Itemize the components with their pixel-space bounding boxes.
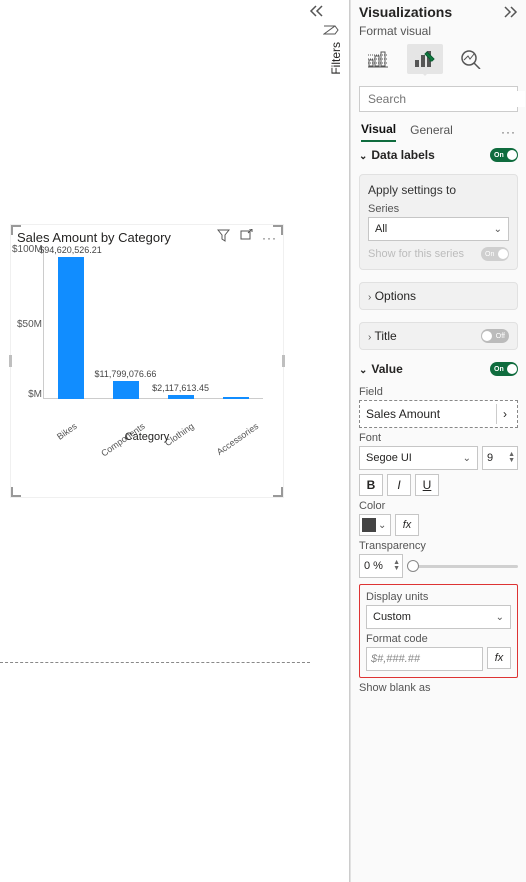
focus-mode-icon[interactable] (240, 229, 253, 242)
bar (223, 397, 249, 399)
transparency-slider[interactable] (409, 565, 518, 568)
data-label: $94,620,526.21 (39, 245, 102, 255)
chevron-down-icon: ⌄ (359, 151, 367, 162)
data-label: $11,799,076.66 (95, 369, 157, 379)
data-label: $2,117,613.45 (152, 383, 209, 393)
y-axis-label: Sales Amount (0, 246, 2, 314)
chevron-down-icon: ⌄ (463, 453, 471, 464)
data-labels-toggle[interactable]: On (490, 148, 518, 162)
report-canvas: Filters Sales Amount by Category ··· Sal… (0, 0, 350, 882)
visualizations-pane: Visualizations Format visual Visual Gene… (350, 0, 526, 882)
show-blank-label: Show blank as (359, 682, 518, 694)
pane-title: Visualizations (359, 4, 452, 20)
value-toggle[interactable]: On (490, 362, 518, 376)
show-series-label: Show for this series (368, 248, 464, 260)
color-picker[interactable]: ⌄ (359, 514, 391, 536)
tab-general[interactable]: General (410, 123, 453, 141)
color-fx-button[interactable]: fx (395, 514, 419, 536)
chevron-right-icon: › (368, 292, 371, 303)
chart-title: Sales Amount by Category (17, 230, 171, 245)
pane-subtitle: Format visual (351, 24, 526, 38)
font-size-input[interactable]: 9▲▼ (482, 446, 518, 470)
chevron-down-icon: ⌄ (359, 365, 367, 376)
apply-settings-card: Apply settings to Series All⌄ Show for t… (359, 174, 518, 270)
search-input[interactable] (366, 91, 525, 107)
filters-pane-tab[interactable]: Filters (323, 24, 349, 78)
tab-visual[interactable]: Visual (361, 122, 396, 142)
pane-collapse-button[interactable] (309, 4, 325, 18)
field-picker[interactable]: Sales Amount › (359, 400, 518, 428)
italic-button[interactable]: I (387, 474, 411, 496)
page-divider (0, 662, 310, 663)
search-box[interactable] (359, 86, 518, 112)
transparency-label: Transparency (359, 540, 518, 552)
chevron-right-icon: › (368, 332, 371, 343)
filter-icon[interactable] (217, 229, 230, 242)
chevron-right-icon[interactable]: › (496, 404, 513, 424)
display-units-label: Display units (366, 591, 511, 603)
resize-handle-br[interactable] (273, 487, 283, 497)
y-tick: $100M (12, 244, 42, 255)
title-toggle[interactable]: Off (481, 329, 509, 343)
x-axis-label: Category (17, 431, 277, 443)
color-label: Color (359, 500, 518, 512)
resize-handle-right[interactable] (282, 355, 285, 367)
build-visual-tab[interactable] (361, 44, 397, 74)
resize-handle-bl[interactable] (11, 487, 21, 497)
bar (168, 395, 194, 399)
chevron-down-icon: ⌄ (378, 520, 386, 531)
format-visual-tab[interactable] (407, 44, 443, 74)
underline-button[interactable]: U (415, 474, 439, 496)
chevron-down-icon: ⌄ (494, 224, 502, 235)
resize-handle-tr[interactable] (273, 225, 283, 235)
series-label: Series (368, 203, 509, 215)
bar (113, 381, 139, 399)
field-label: Field (359, 386, 518, 398)
chart-plot-area: Sales Amount $100M $50M $M $94,620,526.2… (17, 249, 277, 439)
font-family-select[interactable]: Segoe UI⌄ (359, 446, 478, 470)
bold-button[interactable]: B (359, 474, 383, 496)
highlighted-format-section: Display units Custom⌄ Format code $#,###… (359, 584, 518, 678)
apply-settings-header: Apply settings to (368, 183, 509, 197)
y-tick: $M (12, 389, 42, 400)
filters-label: Filters (329, 42, 343, 75)
chevron-down-icon: ⌄ (496, 612, 504, 623)
font-label: Font (359, 432, 518, 444)
format-code-label: Format code (366, 633, 511, 645)
transparency-input[interactable]: 0 %▲▼ (359, 554, 403, 578)
value-header[interactable]: Value (371, 362, 402, 376)
data-labels-header[interactable]: Data labels (371, 148, 434, 162)
resize-handle-tl[interactable] (11, 225, 21, 235)
options-card[interactable]: › Options (359, 282, 518, 310)
resize-handle-left[interactable] (9, 355, 12, 367)
chart-visual[interactable]: Sales Amount by Category ··· Sales Amoun… (10, 224, 284, 498)
y-tick: $50M (12, 319, 42, 330)
format-code-fx-button[interactable]: fx (487, 647, 511, 669)
analytics-tab[interactable] (453, 44, 489, 74)
bar (58, 257, 84, 399)
format-code-input[interactable]: $#,###.## (366, 647, 483, 671)
tab-more[interactable]: ··· (501, 125, 516, 139)
title-card[interactable]: › Title Off (359, 322, 518, 350)
series-select[interactable]: All⌄ (368, 217, 509, 241)
slider-thumb[interactable] (407, 560, 419, 572)
expand-pane-icon[interactable] (504, 6, 518, 18)
filters-icon (323, 24, 339, 38)
display-units-select[interactable]: Custom⌄ (366, 605, 511, 629)
show-series-toggle: On (481, 247, 509, 261)
